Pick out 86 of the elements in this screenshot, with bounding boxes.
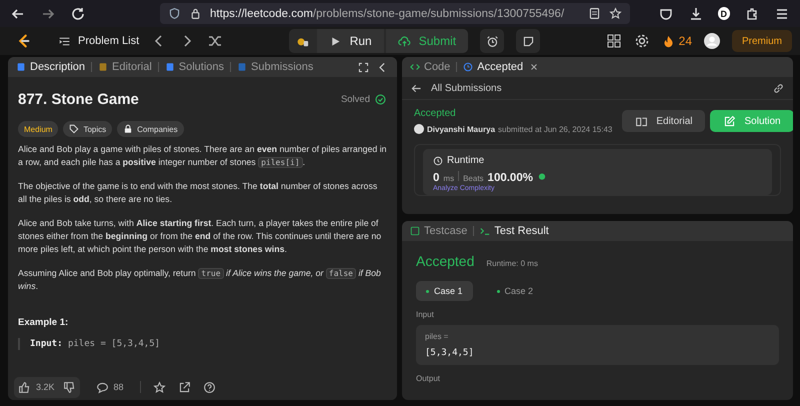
book-icon [635, 114, 648, 128]
example-block: Input: piles = [5,3,4,5] [18, 338, 387, 350]
avatar-icon[interactable] [704, 33, 720, 49]
star-icon[interactable] [152, 380, 166, 394]
clock-icon [433, 156, 443, 166]
settings-icon[interactable] [634, 33, 650, 49]
panel-tab[interactable]: Description [16, 61, 86, 73]
url-text: https://leetcode.com/problems/stone-game/submissions/1300755496/ [210, 8, 564, 20]
tab-icon [164, 62, 175, 72]
problem-title: 877. Stone Game [18, 91, 140, 108]
notes-button[interactable] [516, 29, 540, 53]
tab-icon [237, 62, 248, 72]
variable-name: piles = [425, 332, 450, 341]
example-title: Example 1: [18, 317, 70, 328]
note-icon [522, 34, 535, 48]
description-paragraph: Alice and Bob take turns, with Alice starting first. Each turn, a player takes the entire pile of stones either from the beginning or from the end of the row. This continues until there are no more piles left, at which point the person with the most stones wins. [18, 217, 382, 256]
difficulty-badge: Medium [18, 121, 58, 137]
beats-label: Beats [463, 174, 484, 183]
user-name[interactable]: Divyanshi Maurya [427, 124, 496, 134]
case-tab[interactable]: Case 1 [416, 281, 473, 301]
solved-status: Solved [340, 94, 370, 105]
tag-chip[interactable]: Companies [117, 121, 184, 137]
description-paragraph: Alice and Bob play a game with piles of stones. There are an even number of piles arranged in a row, and each pile has a positive integer number of stones piles[i] . [18, 143, 387, 169]
result-status: Accepted [416, 253, 474, 269]
panel-tab[interactable]: Accepted [463, 61, 524, 73]
thumbs-down-icon [62, 380, 76, 394]
panel-tab[interactable]: Submissions [237, 61, 314, 73]
description-paragraph: The objective of the game is to end with the most stones. The total number of stones across all the piles is odd, so there are no ties. [18, 180, 378, 206]
runtime-unit: ms [443, 174, 454, 183]
lock-icon [189, 7, 202, 20]
panel-tab[interactable]: Testcase [410, 225, 468, 237]
runtime-value: 0 [433, 172, 440, 184]
alarm-button[interactable] [480, 29, 504, 53]
share-icon[interactable] [178, 380, 191, 394]
help-icon[interactable] [202, 380, 216, 394]
description-paragraph: Assuming Alice and Bob play optimally, return true if Alice wins the game, or false if Bob wins. [18, 267, 382, 293]
avatar-icon [414, 124, 424, 134]
thumbs-up-icon [18, 380, 31, 394]
expand-icon[interactable] [357, 60, 370, 74]
panel-tab[interactable]: Test Result [480, 225, 549, 237]
result-runtime: Runtime: 0 ms [486, 259, 538, 268]
tab-icon [16, 62, 26, 72]
submission-status: Accepted [414, 108, 457, 119]
lock-icon [123, 124, 134, 134]
list-icon [58, 34, 71, 48]
tag-chip[interactable]: Topics [63, 121, 112, 137]
run-button[interactable]: Run [316, 29, 384, 53]
reader-icon[interactable] [588, 7, 601, 20]
premium-button[interactable]: Premium [732, 30, 792, 52]
flame-icon [662, 34, 675, 48]
tag-icon [69, 124, 80, 134]
panel-tab[interactable]: Editorial [98, 61, 152, 73]
tab-icon [410, 62, 420, 72]
panel-tab[interactable]: Code [410, 61, 450, 73]
layout-icon[interactable] [606, 33, 622, 49]
runtime-title: Runtime [447, 155, 484, 166]
reload-icon[interactable] [70, 6, 86, 22]
shield-icon [168, 7, 181, 20]
badge-icon [536, 171, 547, 181]
submitted-time: submitted at Jun 26, 2024 15:43 [498, 124, 612, 134]
profile-avatar[interactable]: D [718, 7, 730, 20]
all-submissions-link[interactable]: All Submissions [410, 82, 502, 94]
check-circle-icon [374, 93, 387, 106]
case-tab[interactable]: Case 2 [486, 281, 544, 301]
beats-value: 100.00% [488, 172, 533, 184]
problem-list-link[interactable]: Problem List [58, 34, 140, 48]
streak-counter[interactable]: 24 [662, 34, 692, 48]
tab-icon [463, 62, 474, 72]
comment-icon [96, 380, 109, 394]
cloud-upload-icon [398, 34, 411, 48]
input-label: Input [416, 310, 435, 319]
output-label: Output [416, 374, 442, 383]
star-icon[interactable] [608, 7, 622, 20]
comments-button[interactable]: 88 [92, 376, 128, 398]
variable-value: [5,3,4,5] [425, 348, 475, 358]
edit-icon [723, 114, 736, 128]
editorial-button[interactable]: Editorial [622, 110, 706, 132]
address-bar[interactable]: https://leetcode.com/problems/stone-game/submissions/1300755496/ [160, 3, 630, 24]
close-icon[interactable] [529, 62, 540, 72]
tab-icon [98, 62, 108, 72]
alarm-clock-icon [486, 34, 499, 48]
link-icon[interactable] [772, 82, 785, 94]
submit-button[interactable]: Submit [386, 29, 468, 53]
tab-icon [410, 226, 420, 236]
panel-tab[interactable]: Solutions [164, 61, 224, 73]
tab-icon [480, 226, 490, 236]
